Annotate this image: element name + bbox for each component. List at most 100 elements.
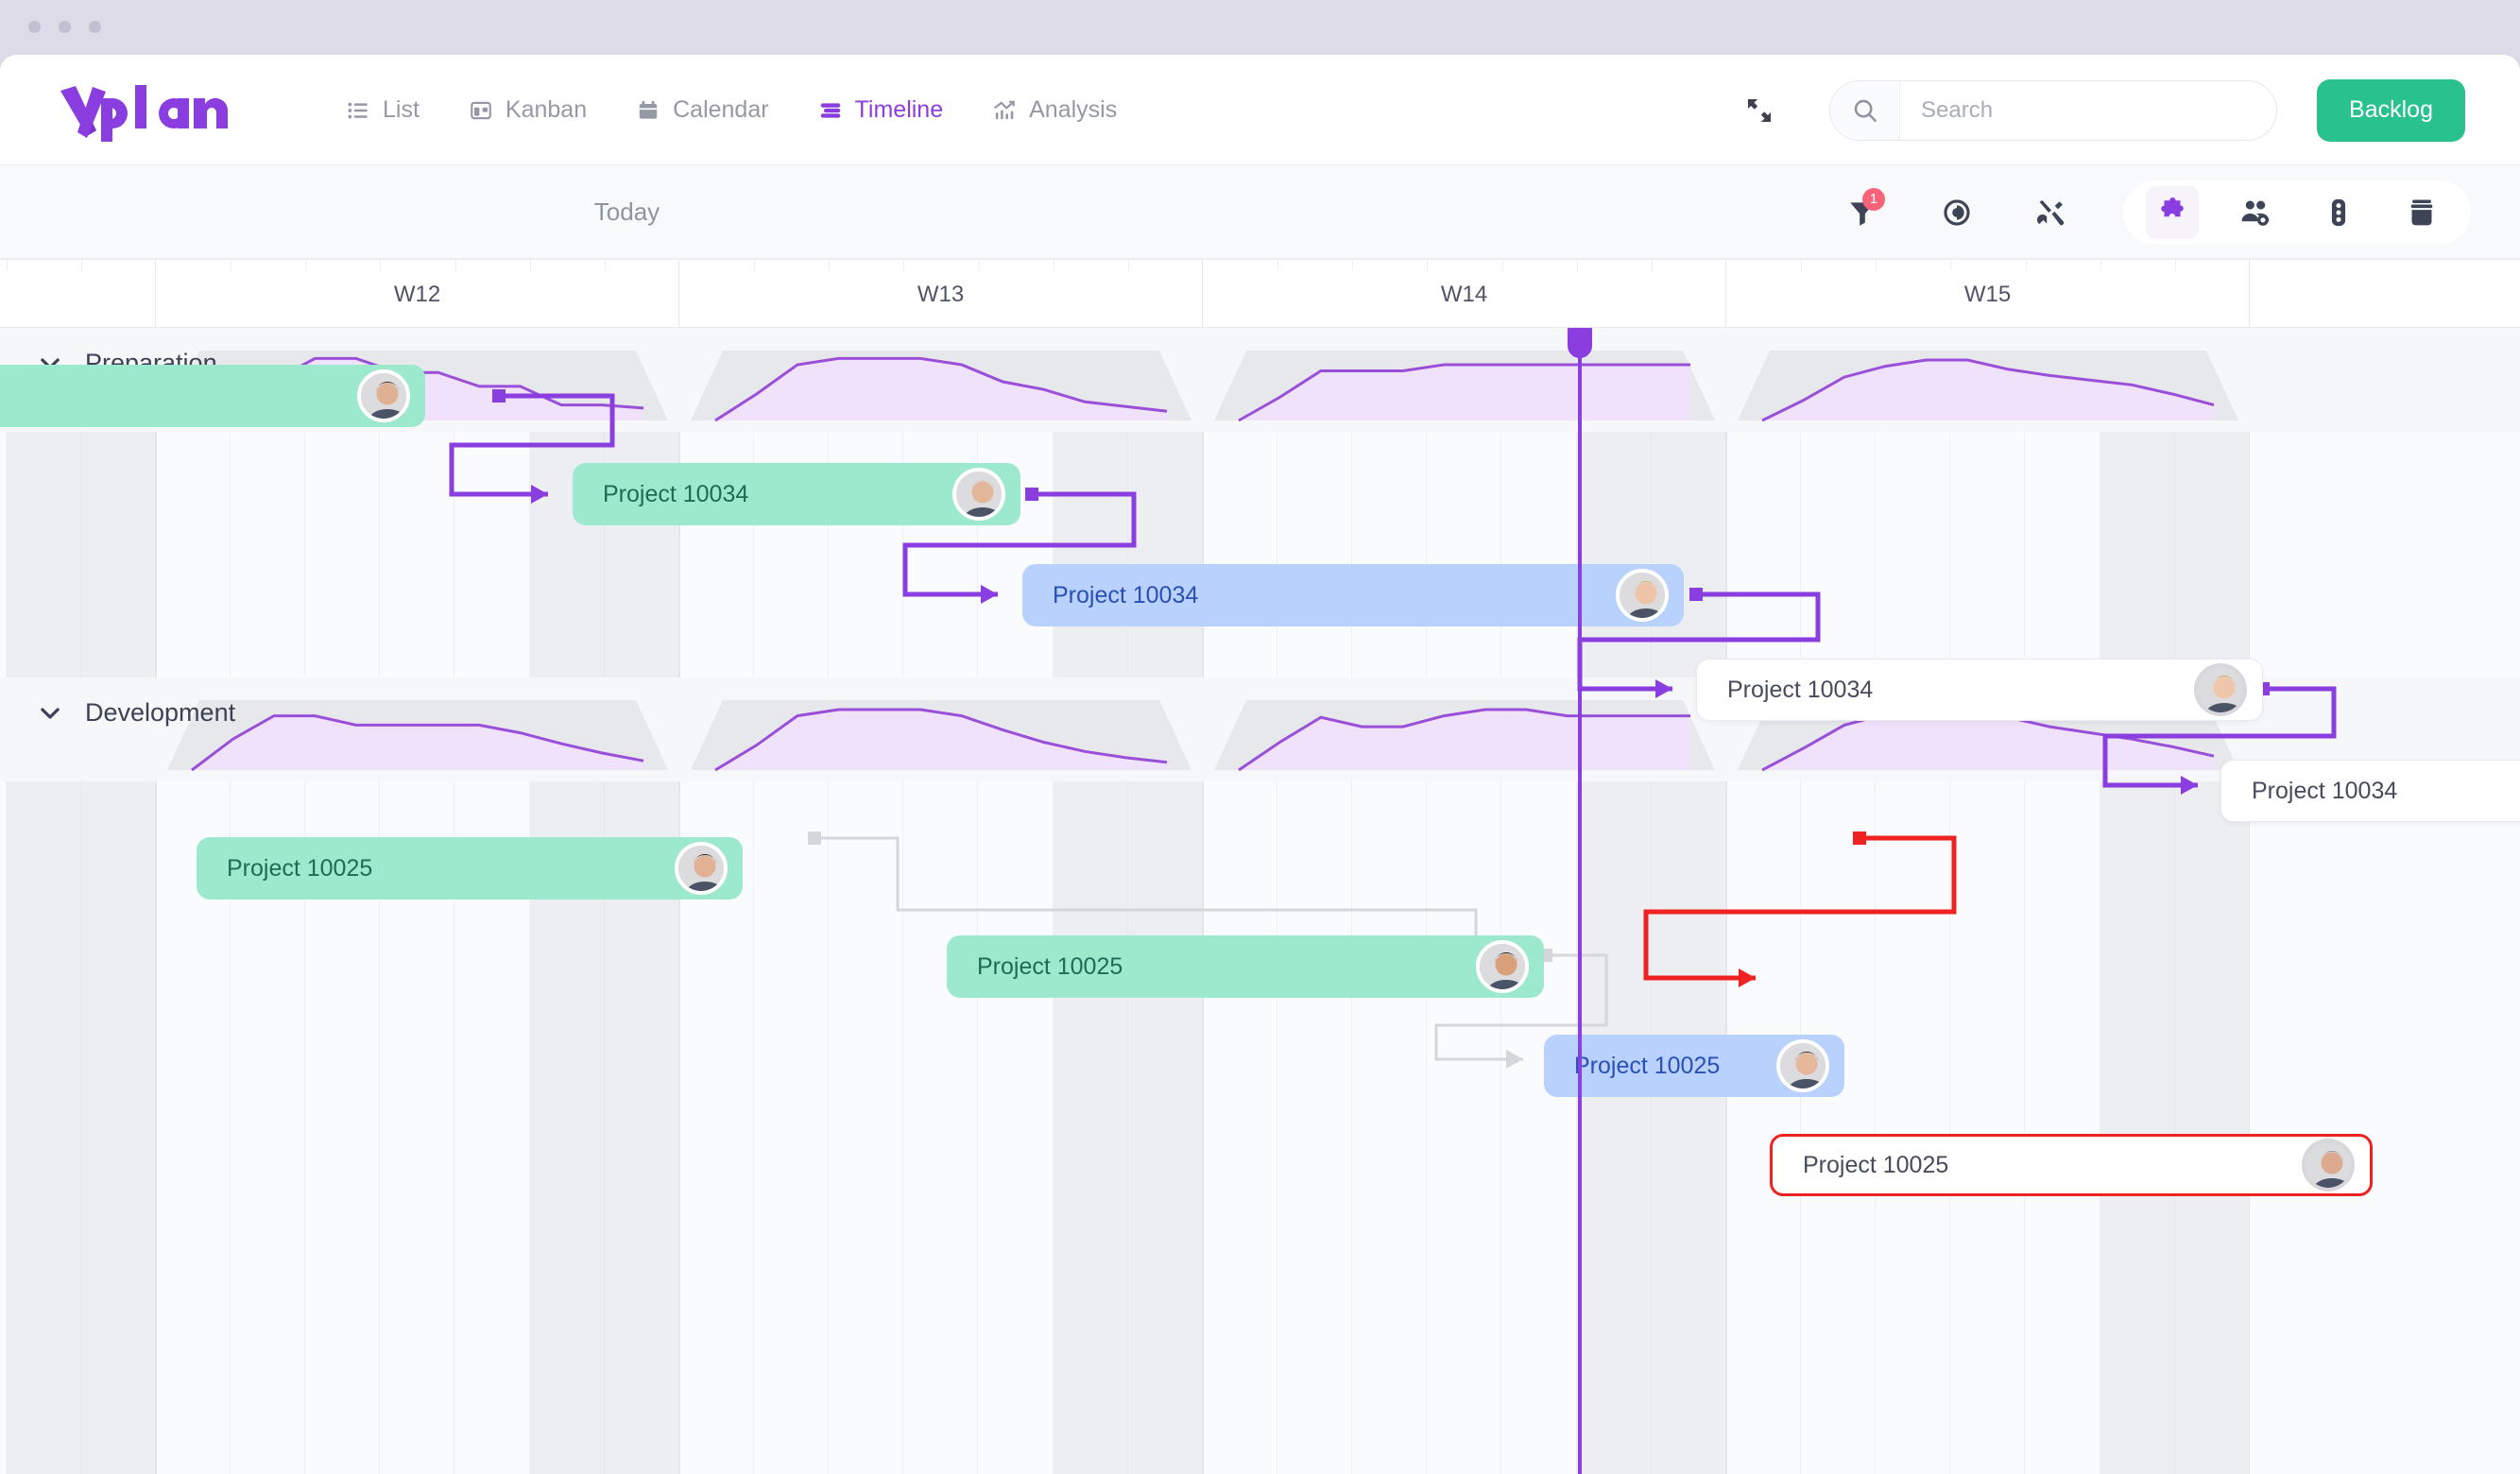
traffic-light-icon[interactable] [2312,186,2365,239]
expand-fullscreen-icon[interactable] [1735,86,1784,135]
week-day-tick [305,260,306,270]
window-dot-3[interactable] [89,21,101,33]
capacity-chart-development-w14 [1214,700,1715,772]
task-bar[interactable] [0,365,425,427]
today-label-text: Today [593,197,660,226]
task-bar[interactable]: Project 10034 [1696,659,2263,721]
week-separator [1726,328,1727,1474]
nav-item-label: Timeline [854,96,944,123]
today-line [1578,328,1582,1474]
avatar[interactable] [2194,663,2247,716]
avatar[interactable] [675,842,728,895]
nav-item-label: Calendar [673,96,769,123]
timeline-body[interactable]: Preparation Development Project 10034 Proj… [0,328,2520,1474]
week-day-tick [1277,260,1278,270]
avatar[interactable] [1476,940,1529,993]
week-day-tick [1502,260,1503,270]
task-bar-label: Project 10025 [1803,1151,1949,1178]
week-label: W14 [1440,281,1488,307]
search-input[interactable] [1900,80,2277,140]
week-day-tick [1876,260,1877,270]
search-icon [1830,80,1901,140]
group-header-development[interactable]: Development [0,698,235,728]
avatar[interactable] [1776,1039,1829,1092]
avatar[interactable] [357,369,410,422]
nav-item-analysis[interactable]: Analysis [968,87,1141,133]
timeline-day-column [1427,328,1501,1474]
week-header-w12[interactable]: W12 [156,260,679,329]
week-label: W12 [393,281,441,307]
window-titlebar [0,0,2520,55]
capacity-chart-preparation-w14 [1214,351,1715,422]
window-dot-2[interactable] [59,21,71,33]
timeline-day-column [2026,328,2100,1474]
week-day-tick [380,260,381,270]
week-day-tick [2100,260,2101,270]
week-day-tick [1950,260,1951,270]
page-surface: List Kanban Calendar Timeline Analysis S… [0,55,2520,1474]
timeline-icon [818,98,843,123]
task-bar[interactable]: Project 10034 [1022,564,1684,626]
avatar[interactable] [1616,569,1669,622]
task-bar-label: Project 10034 [1053,581,1199,608]
header-right-group: Backlog [1735,55,2465,165]
nav-item-list[interactable]: List [321,87,444,133]
week-day-tick [1801,260,1802,270]
week-header-w14[interactable]: W14 [1203,260,1726,329]
task-bar[interactable]: Project 10034 [2220,760,2520,822]
task-bar[interactable]: Project 10025 [197,837,743,900]
tools-icon[interactable] [2025,186,2078,239]
timeline-weekend-column [1128,328,1203,1474]
eye-icon[interactable] [1930,186,1983,239]
chevron-down-icon[interactable] [36,699,64,728]
analysis-icon [992,98,1017,123]
task-bar-label: Project 10025 [227,854,373,882]
task-bar-label: Project 10025 [1574,1052,1721,1079]
task-bar[interactable]: Project 10025 [947,935,1544,998]
task-bar[interactable]: Project 10025 [1770,1134,2373,1196]
vplan-logo[interactable] [59,83,248,142]
task-bar[interactable]: Project 10025 [1544,1035,1844,1097]
window-dot-1[interactable] [28,21,41,33]
puzzle-icon[interactable] [2146,185,2199,239]
avatar[interactable] [952,468,1005,521]
week-day-tick [1577,260,1578,270]
week-header-w13[interactable]: W13 [679,260,1203,329]
avatar[interactable] [2302,1139,2355,1191]
task-bar[interactable]: Project 10034 [573,463,1020,525]
timeline-day-column [305,328,380,1474]
nav-item-kanban[interactable]: Kanban [444,87,611,133]
app-header: List Kanban Calendar Timeline Analysis S… [0,55,2520,165]
search-box[interactable] [1829,79,2278,141]
nav-item-label: Kanban [505,96,588,123]
timeline-weekend-column [1577,328,1652,1474]
week-day-tick [605,260,606,270]
task-bar-label: Project 10034 [2252,777,2398,804]
week-day-tick [1652,260,1653,270]
filter-icon[interactable]: 1 [1836,186,1889,239]
timeline-day-column [156,328,231,1474]
week-day-tick [2175,260,2176,270]
week-separator [156,328,157,1474]
week-label: W15 [1963,281,2012,307]
archive-icon[interactable] [2395,186,2448,239]
nav-item-timeline[interactable]: Timeline [794,87,969,133]
people-settings-icon[interactable] [2229,186,2282,239]
kanban-icon [469,98,493,123]
week-day-tick [829,260,830,270]
timeline-weekend-column [1652,328,1726,1474]
nav-item-calendar[interactable]: Calendar [611,87,793,133]
week-header-w15[interactable]: W15 [1726,260,2250,329]
today-marker-pin[interactable] [1568,328,1592,358]
capacity-chart-development-w13 [691,700,1191,772]
backlog-button[interactable]: Backlog [2317,78,2465,142]
week-day-tick [1427,260,1428,270]
filter-badge: 1 [1862,187,1885,211]
timeline-weekend-column [7,328,81,1474]
timeline-day-column [1502,328,1577,1474]
week-header-w11[interactable]: W11 [0,260,156,329]
timeline-day-column [1277,328,1352,1474]
week-separator [1203,328,1204,1474]
list-icon [346,98,370,123]
group-label: Development [85,698,236,727]
